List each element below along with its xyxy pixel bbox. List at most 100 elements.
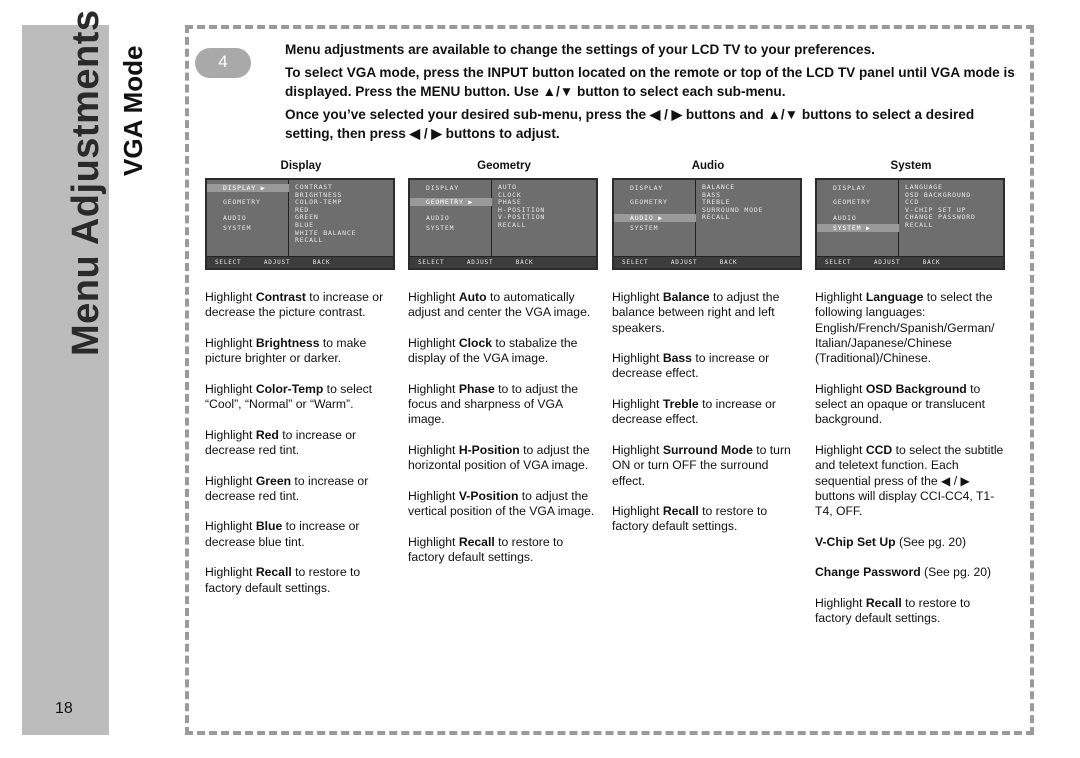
osd-footer: SELECT ADJUST BACK xyxy=(817,256,1003,268)
intro-line: Menu adjustments are available to change… xyxy=(285,42,875,57)
osd-submenu: BALANCE BASS TREBLE SURROUND MODE RECALL xyxy=(702,183,763,222)
description-paragraph: Highlight Green to increase or decrease … xyxy=(205,473,369,503)
osd-menu-item: DISPLAY xyxy=(630,184,663,192)
osd-menu-item: DISPLAY xyxy=(426,184,459,192)
osd-submenu: LANGUAGE OSD BACKGROUND CCD V-CHIP SET UP CH… xyxy=(905,183,976,230)
setting-name: Contrast xyxy=(255,290,306,304)
column-description: Highlight Auto to automatically adjust a… xyxy=(408,290,600,565)
setting-name: Balance xyxy=(662,290,710,304)
description-paragraph: Highlight Auto to automatically adjust a… xyxy=(408,290,591,320)
osd-menu-item: SYSTEM xyxy=(223,224,252,232)
osd-menu-item: GEOMETRY xyxy=(223,198,261,206)
description-paragraph: Highlight Treble to increase or decrease… xyxy=(612,397,776,427)
setting-name: Recall xyxy=(865,595,902,610)
column-audio: Audio DISPLAY GEOMETRY AUDIO ▶ SYSTEM BALANCE… xyxy=(612,160,804,550)
section-title: VGA Mode xyxy=(118,45,148,176)
setting-name: Treble xyxy=(662,397,699,412)
description-paragraph: Highlight Language to select the followi… xyxy=(815,290,995,366)
setting-name: Change Password xyxy=(815,565,921,580)
chapter-title: Menu Adjustments xyxy=(65,9,107,357)
osd-submenu-item: RECALL xyxy=(295,236,324,245)
description-paragraph: Highlight Blue to increase or decrease b… xyxy=(205,519,360,549)
description-paragraph: Highlight Recall to restore to factory d… xyxy=(612,504,768,534)
column-title: Geometry xyxy=(477,160,531,172)
osd-submenu: CONTRAST BRIGHTNESS COLOR-TEMP RED GREEN BLUE… xyxy=(295,183,356,245)
description-paragraph: Change Password (See pg. 20) xyxy=(815,565,992,580)
osd-menu-item: GEOMETRY ▶ xyxy=(410,198,492,206)
setting-name: Brightness xyxy=(255,335,320,350)
osd-menu-item: AUDIO xyxy=(223,214,247,222)
osd-main-menu: DISPLAY ▶ GEOMETRY AUDIO SYSTEM xyxy=(207,180,289,258)
osd-menu-item: SYSTEM xyxy=(630,224,659,232)
description-paragraph: Highlight Recall to restore to factory d… xyxy=(815,595,971,626)
description-paragraph: Highlight H-Position to adjust the horiz… xyxy=(408,442,590,473)
osd-main-menu: DISPLAY GEOMETRY AUDIO ▶ SYSTEM xyxy=(614,180,696,258)
description-paragraph: Highlight Color-Temp to select “Cool”, “… xyxy=(205,381,373,412)
osd-menu-item: GEOMETRY xyxy=(630,198,668,206)
osd-menu-item: DISPLAY xyxy=(833,184,866,192)
setting-name: Clock xyxy=(458,335,493,350)
column-description: Highlight Balance to adjust the balance … xyxy=(612,290,804,535)
osd-screen: DISPLAY GEOMETRY ▶ AUDIO SYSTEM AUTO CLOCK PHA… xyxy=(408,178,598,270)
osd-menu-item: GEOMETRY xyxy=(833,198,871,206)
osd-screen: DISPLAY ▶ GEOMETRY AUDIO SYSTEM CONTRAST BRIG… xyxy=(205,178,395,270)
description-paragraph: Highlight Phase to to adjust the focus a… xyxy=(408,381,579,427)
setting-name: V-Position xyxy=(458,488,519,503)
setting-name: Auto xyxy=(458,290,487,304)
description-paragraph: Highlight Bass to increase or decrease e… xyxy=(612,351,770,381)
column-title: System xyxy=(890,160,932,172)
osd-footer: SELECT ADJUST BACK xyxy=(614,256,800,268)
osd-main-menu: DISPLAY GEOMETRY AUDIO SYSTEM ▶ xyxy=(817,180,899,258)
osd-footer: SELECT ADJUST BACK xyxy=(410,256,596,268)
intro: Menu adjustments are available to change… xyxy=(285,40,1015,147)
osd-menu-item: SYSTEM ▶ xyxy=(817,224,899,232)
setting-name: Bass xyxy=(662,351,692,366)
description-paragraph: Highlight Brightness to make picture bri… xyxy=(205,335,367,366)
description-paragraph: Highlight Contrast to increase or decrea… xyxy=(205,290,384,320)
setting-name: Red xyxy=(255,427,279,442)
description-paragraph: Highlight Surround Mode to turn ON or tu… xyxy=(612,442,791,488)
osd-submenu-item: RECALL xyxy=(498,220,527,229)
setting-name: Recall xyxy=(458,534,495,549)
column-display: Display DISPLAY ▶ GEOMETRY AUDIO SYSTEM CONTR… xyxy=(205,160,397,611)
osd-menu-item: SYSTEM xyxy=(426,224,455,232)
description-paragraph: Highlight Red to increase or decrease re… xyxy=(205,427,357,457)
setting-name: H-Position xyxy=(458,442,520,457)
setting-name: CCD xyxy=(865,442,893,457)
setting-name: Recall xyxy=(662,504,699,519)
osd-menu-item: AUDIO xyxy=(833,214,857,222)
osd-submenu-item: RECALL xyxy=(905,220,934,229)
setting-name: Blue xyxy=(255,519,283,534)
description-paragraph: Highlight Balance to adjust the balance … xyxy=(612,290,780,335)
osd-footer: SELECT ADJUST BACK xyxy=(207,256,393,268)
column-system: System DISPLAY GEOMETRY AUDIO SYSTEM ▶ LANGUA… xyxy=(815,160,1007,642)
osd-submenu-item: RECALL xyxy=(702,213,731,222)
column-description: Highlight Language to select the followi… xyxy=(815,290,1007,627)
column-title: Audio xyxy=(691,160,725,172)
osd-main-menu: DISPLAY GEOMETRY ▶ AUDIO SYSTEM xyxy=(410,180,492,258)
setting-name: Surround Mode xyxy=(662,442,753,457)
setting-name: Language xyxy=(865,290,924,304)
osd-submenu: AUTO CLOCK PHASE H-POSITION V-POSITION RECALL xyxy=(498,183,545,230)
column-geometry: Geometry DISPLAY GEOMETRY ▶ AUDIO SYSTEM AUTO… xyxy=(408,160,600,581)
step-badge: 4 xyxy=(195,48,251,78)
page-number: 18 xyxy=(55,700,73,717)
description-paragraph: V-Chip Set Up (See pg. 20) xyxy=(815,534,967,549)
description-paragraph: Highlight CCD to select the subtitle and… xyxy=(815,442,1004,519)
column-description: Highlight Contrast to increase or decrea… xyxy=(205,290,397,596)
setting-name: Green xyxy=(255,473,292,488)
osd-menu-item: DISPLAY ▶ xyxy=(207,184,289,192)
setting-name: Color-Temp xyxy=(255,381,324,396)
description-paragraph: Highlight V-Position to adjust the verti… xyxy=(408,488,595,519)
osd-screen: DISPLAY GEOMETRY AUDIO SYSTEM ▶ LANGUAGE OSD … xyxy=(815,178,1005,270)
setting-name: Recall xyxy=(255,565,292,580)
description-paragraph: Highlight Recall to restore to factory d… xyxy=(408,534,564,565)
osd-menu-item: AUDIO ▶ xyxy=(614,214,696,222)
intro-line: To select VGA mode, press the INPUT butt… xyxy=(285,65,1015,99)
description-paragraph: Highlight OSD Background to select an op… xyxy=(815,381,986,427)
setting-name: Phase xyxy=(458,381,495,396)
description-paragraph: Highlight Recall to restore to factory d… xyxy=(205,565,361,595)
osd-screen: DISPLAY GEOMETRY AUDIO ▶ SYSTEM BALANCE BASS T… xyxy=(612,178,802,270)
intro-line: Once you’ve selected your desired sub-me… xyxy=(285,107,975,141)
setting-name: OSD Background xyxy=(865,381,967,396)
